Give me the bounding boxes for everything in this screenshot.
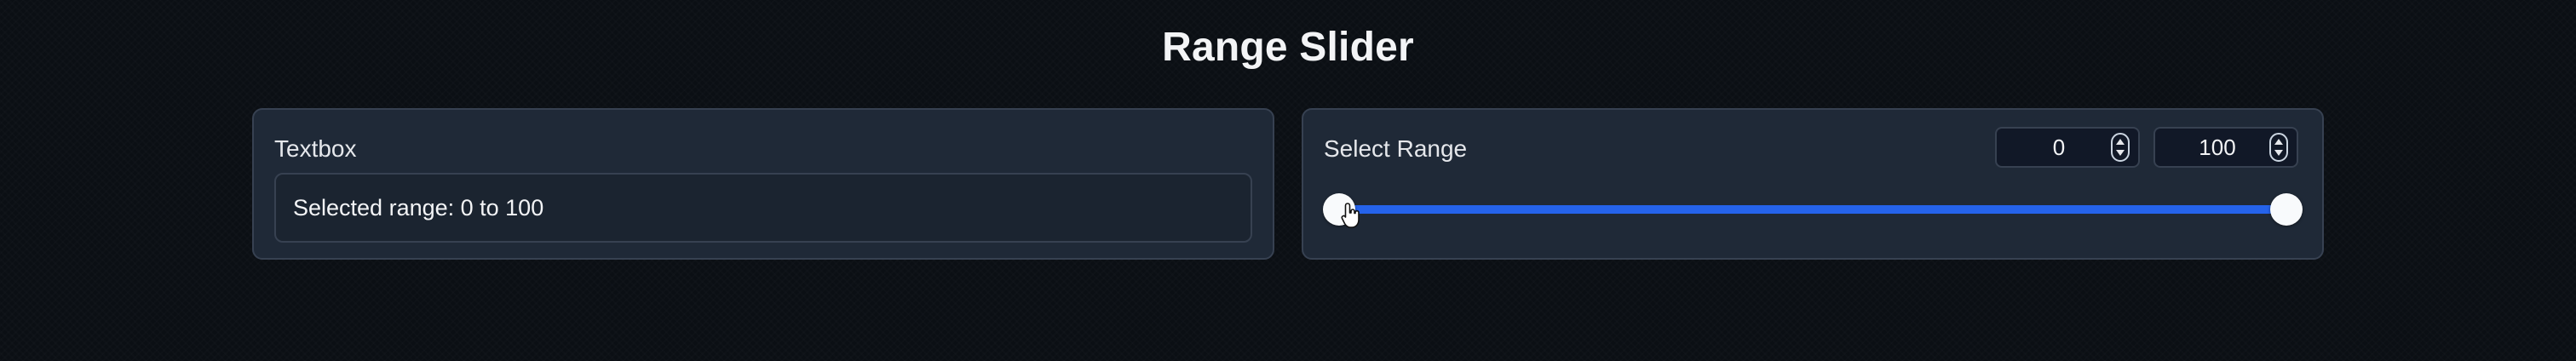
- min-increment-icon[interactable]: [2116, 139, 2125, 145]
- select-range-panel: Select Range 0 100: [1302, 108, 2324, 260]
- page-title: Range Slider: [1162, 25, 1414, 70]
- min-spinner-icon[interactable]: [2111, 133, 2130, 162]
- min-value-text[interactable]: 0: [2007, 135, 2111, 161]
- max-increment-icon[interactable]: [2274, 139, 2283, 145]
- min-value-input[interactable]: 0: [1995, 127, 2140, 168]
- hand-pointer-icon: [1341, 203, 1360, 228]
- selected-range-textbox[interactable]: Selected range: 0 to 100: [274, 173, 1252, 243]
- slider-selected-range: [1339, 205, 2286, 214]
- max-decrement-icon[interactable]: [2274, 150, 2283, 156]
- slider-high-thumb[interactable]: [2270, 193, 2303, 226]
- range-slider[interactable]: [1323, 193, 2303, 226]
- textbox-panel: Textbox Selected range: 0 to 100: [252, 108, 1274, 260]
- max-value-input[interactable]: 100: [2153, 127, 2298, 168]
- max-spinner-icon[interactable]: [2269, 133, 2288, 162]
- textbox-label: Textbox: [274, 135, 357, 162]
- min-decrement-icon[interactable]: [2116, 150, 2125, 156]
- max-value-text[interactable]: 100: [2165, 135, 2269, 161]
- select-range-label: Select Range: [1324, 135, 1468, 162]
